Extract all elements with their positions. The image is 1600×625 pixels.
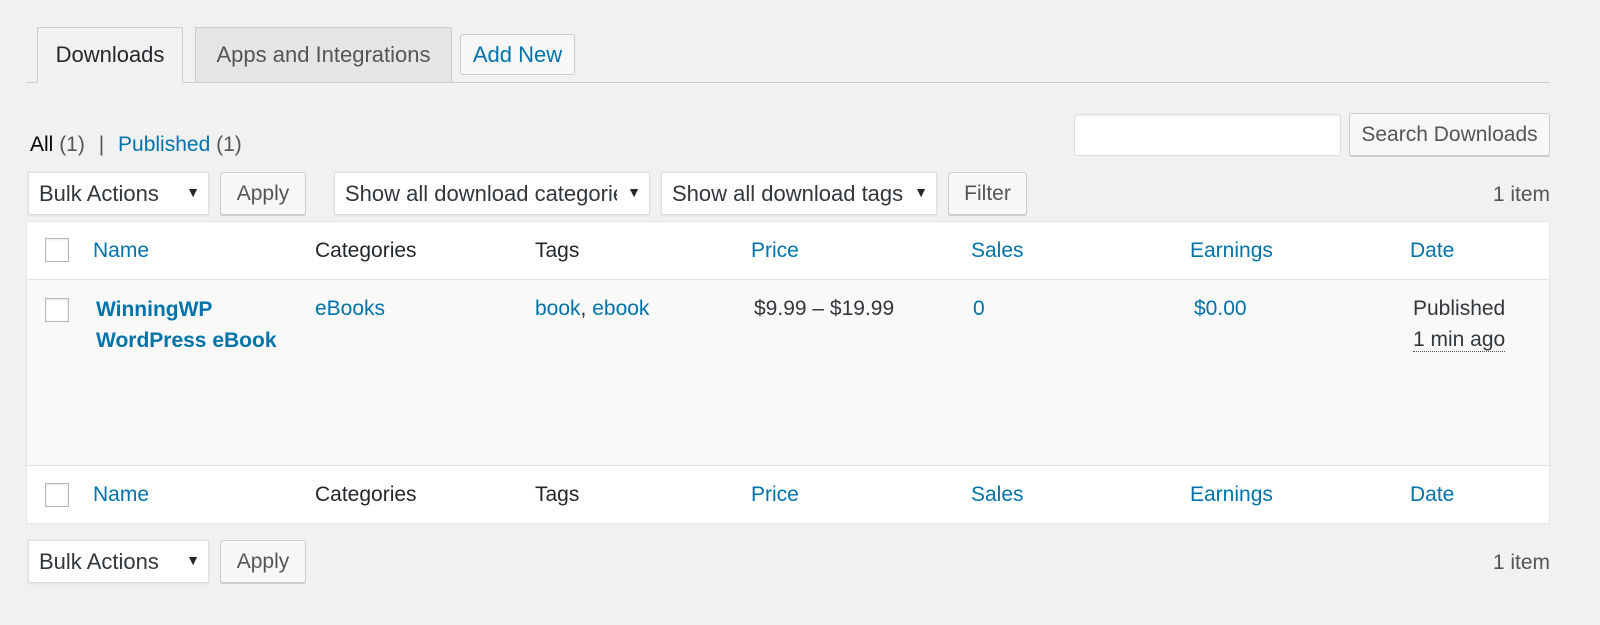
column-earnings-sort[interactable]: Earnings (1190, 239, 1273, 263)
downloads-table: Name Categories Tags Price Sales Earning… (26, 221, 1550, 523)
footer-column-price-sort[interactable]: Price (751, 483, 799, 507)
category-link[interactable]: eBooks (315, 297, 385, 321)
earnings-link[interactable]: $0.00 (1194, 297, 1247, 321)
footer-column-earnings-sort[interactable]: Earnings (1190, 483, 1273, 507)
items-count-top: 1 item (1492, 183, 1550, 206)
filter-published-link[interactable]: Published (118, 133, 210, 156)
table-header: Name Categories Tags Price Sales Earning… (27, 222, 1549, 280)
filter-all-count: (1) (59, 133, 85, 156)
bulk-actions-label-bottom: Bulk Actions (39, 548, 159, 574)
add-new-button[interactable]: Add New (460, 34, 575, 75)
tag-link-book[interactable]: book (535, 297, 581, 320)
tag-filter-select[interactable]: Show all download tags ▼ (661, 172, 937, 215)
filter-separator: | (98, 133, 105, 156)
bulk-actions-select-bottom[interactable]: Bulk Actions ▼ (28, 540, 209, 583)
filter-all-link[interactable]: All (30, 133, 53, 156)
status-filter-links: All (1) | Published (1) (30, 133, 242, 157)
category-filter-select[interactable]: Show all download categories ▼ (334, 172, 650, 215)
footer-column-date-sort[interactable]: Date (1410, 483, 1454, 507)
items-count-bottom: 1 item (1492, 551, 1550, 574)
date-status: Published (1413, 297, 1506, 320)
footer-column-name-sort[interactable]: Name (93, 483, 149, 507)
column-name-sort[interactable]: Name (93, 239, 149, 263)
tag-separator: , (580, 297, 593, 320)
row-checkbox[interactable] (45, 298, 69, 322)
search-downloads-button[interactable]: Search Downloads (1349, 113, 1550, 156)
filter-button[interactable]: Filter (948, 172, 1027, 215)
column-categories: Categories (315, 239, 417, 262)
column-sales-sort[interactable]: Sales (971, 239, 1024, 263)
tag-filter-label: Show all download tags (672, 180, 904, 206)
bulk-actions-label-top: Bulk Actions (39, 180, 159, 206)
sales-link[interactable]: 0 (973, 297, 985, 321)
price-value: $9.99 – $19.99 (754, 297, 895, 320)
dropdown-arrow-icon: ▼ (627, 184, 641, 200)
column-price-sort[interactable]: Price (751, 239, 799, 263)
select-all-checkbox-bottom[interactable] (45, 483, 69, 507)
download-title-link[interactable]: WinningWP WordPress eBook (96, 294, 296, 356)
date-ago-text: 1 min ago (1413, 328, 1506, 352)
apply-button-top[interactable]: Apply (220, 172, 306, 215)
column-date-sort[interactable]: Date (1410, 239, 1454, 263)
dropdown-arrow-icon: ▼ (186, 552, 200, 568)
bulk-actions-select-top[interactable]: Bulk Actions ▼ (28, 172, 209, 215)
search-input[interactable] (1074, 114, 1341, 156)
dropdown-arrow-icon: ▼ (186, 184, 200, 200)
footer-column-tags: Tags (535, 483, 580, 506)
date-ago: 1 min ago (1413, 328, 1506, 352)
dropdown-arrow-icon: ▼ (914, 184, 928, 200)
tag-link-ebook[interactable]: ebook (592, 297, 649, 320)
filter-published-count: (1) (216, 133, 242, 156)
column-tags: Tags (535, 239, 580, 262)
table-footer: Name Categories Tags Price Sales Earning… (27, 465, 1549, 523)
apply-button-bottom[interactable]: Apply (220, 540, 306, 583)
footer-column-categories: Categories (315, 483, 417, 506)
table-row: WinningWP WordPress eBook eBooks book, e… (27, 280, 1549, 465)
tab-apps-integrations[interactable]: Apps and Integrations (195, 27, 452, 83)
tab-downloads[interactable]: Downloads (37, 27, 183, 83)
category-filter-label: Show all download categories (345, 180, 617, 206)
select-all-checkbox-top[interactable] (45, 238, 69, 262)
tags-cell: book, ebook (535, 297, 649, 321)
footer-column-sales-sort[interactable]: Sales (971, 483, 1024, 507)
